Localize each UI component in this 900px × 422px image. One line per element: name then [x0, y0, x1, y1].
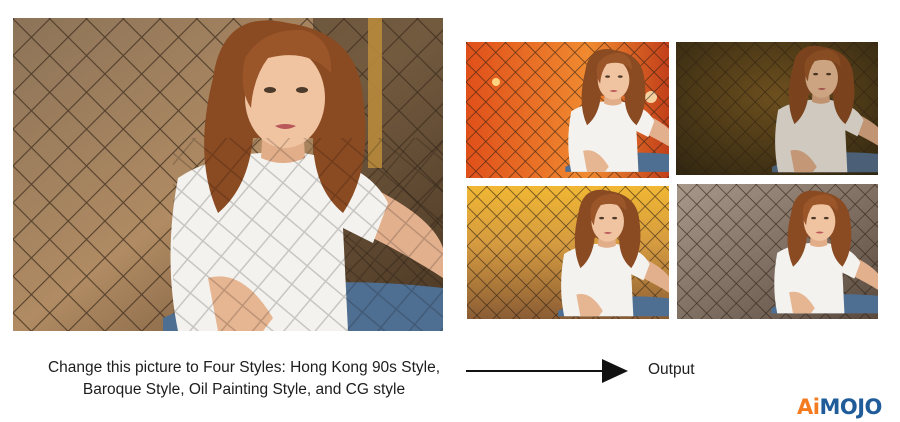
output-photo-hong-kong-90s	[466, 42, 669, 178]
prompt-caption: Change this picture to Four Styles: Hong…	[18, 357, 470, 401]
logo-part-ai: Ai	[797, 395, 820, 419]
arrow-right-icon	[466, 359, 628, 383]
output-photo-oil-painting	[467, 186, 669, 319]
prompt-line-2: Baroque Style, Oil Painting Style, and C…	[82, 381, 406, 398]
output-photo-baroque	[676, 42, 878, 175]
output-photo-cg	[677, 184, 878, 319]
output-label: Output	[648, 361, 695, 378]
logo-part-mojo: MOJO	[819, 395, 882, 419]
prompt-line-1: Change this picture to Four Styles: Hong…	[47, 359, 441, 376]
aimojo-logo: AiMOJO	[797, 394, 882, 420]
original-photo	[13, 18, 443, 331]
